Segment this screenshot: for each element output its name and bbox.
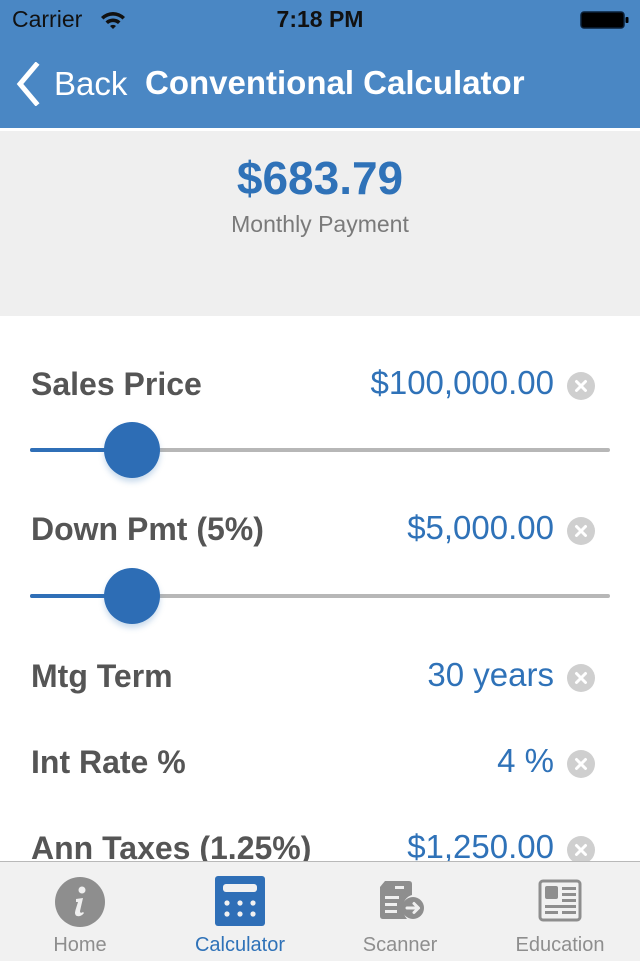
chevron-left-icon [16,62,40,106]
tab-label: Scanner [362,934,438,956]
field-row-down-payment: Down Pmt (5%) $5,000.00 [0,505,640,555]
newspaper-icon [538,879,582,922]
field-row-sales-price: Sales Price $100,000.00 [0,360,640,410]
status-time: 7:18 PM [276,6,364,32]
field-row-mortgage-term: Mtg Term 30 years [0,652,640,702]
slider-thumb[interactable] [103,568,160,624]
sales-price-value[interactable]: $100,000.00 [370,364,554,402]
tab-home[interactable]: Home [0,862,160,961]
down-payment-value[interactable]: $5,000.00 [407,509,554,547]
sales-price-slider[interactable] [30,420,610,480]
clear-button[interactable] [567,664,595,692]
clear-icon [575,525,587,537]
down-payment-slider[interactable] [30,566,610,626]
calculator-icon [215,876,265,926]
tab-bar: Home Calculator Scanner Education [0,861,640,961]
navigation-bar: Carrier 7:18 PM Back Conventional Calcul… [0,0,640,128]
tab-label: Home [53,934,107,956]
field-label: Down Pmt (5%) [31,511,264,547]
clear-button[interactable] [567,517,595,545]
tab-education[interactable]: Education [480,862,640,961]
back-button[interactable]: Back [14,60,127,108]
tab-label: Education [515,934,605,956]
clear-button[interactable] [567,836,595,864]
monthly-payment-label: Monthly Payment [231,211,409,237]
field-label: Int Rate % [31,744,186,780]
slider-thumb[interactable] [103,422,160,478]
tab-scanner[interactable]: Scanner [320,862,480,961]
payment-summary: $683.79 Monthly Payment [0,131,640,316]
clear-icon [575,844,587,856]
clear-icon [575,672,587,684]
clear-button[interactable] [567,372,595,400]
info-icon [55,877,105,927]
interest-rate-value[interactable]: 4 % [497,742,554,780]
tab-calculator[interactable]: Calculator [160,862,320,961]
back-label: Back [54,65,128,102]
mortgage-term-value[interactable]: 30 years [427,656,554,694]
tab-label: Calculator [194,934,286,956]
field-label: Sales Price [31,366,202,402]
page-title: Conventional Calculator [145,64,525,101]
field-label: Mtg Term [31,658,173,694]
clear-icon [575,380,587,392]
monthly-payment-amount: $683.79 [236,152,404,204]
field-row-interest-rate: Int Rate % 4 % [0,738,640,788]
clear-button[interactable] [567,750,595,778]
battery-icon [580,11,629,29]
document-scan-icon [380,881,424,919]
clear-icon [575,758,587,770]
